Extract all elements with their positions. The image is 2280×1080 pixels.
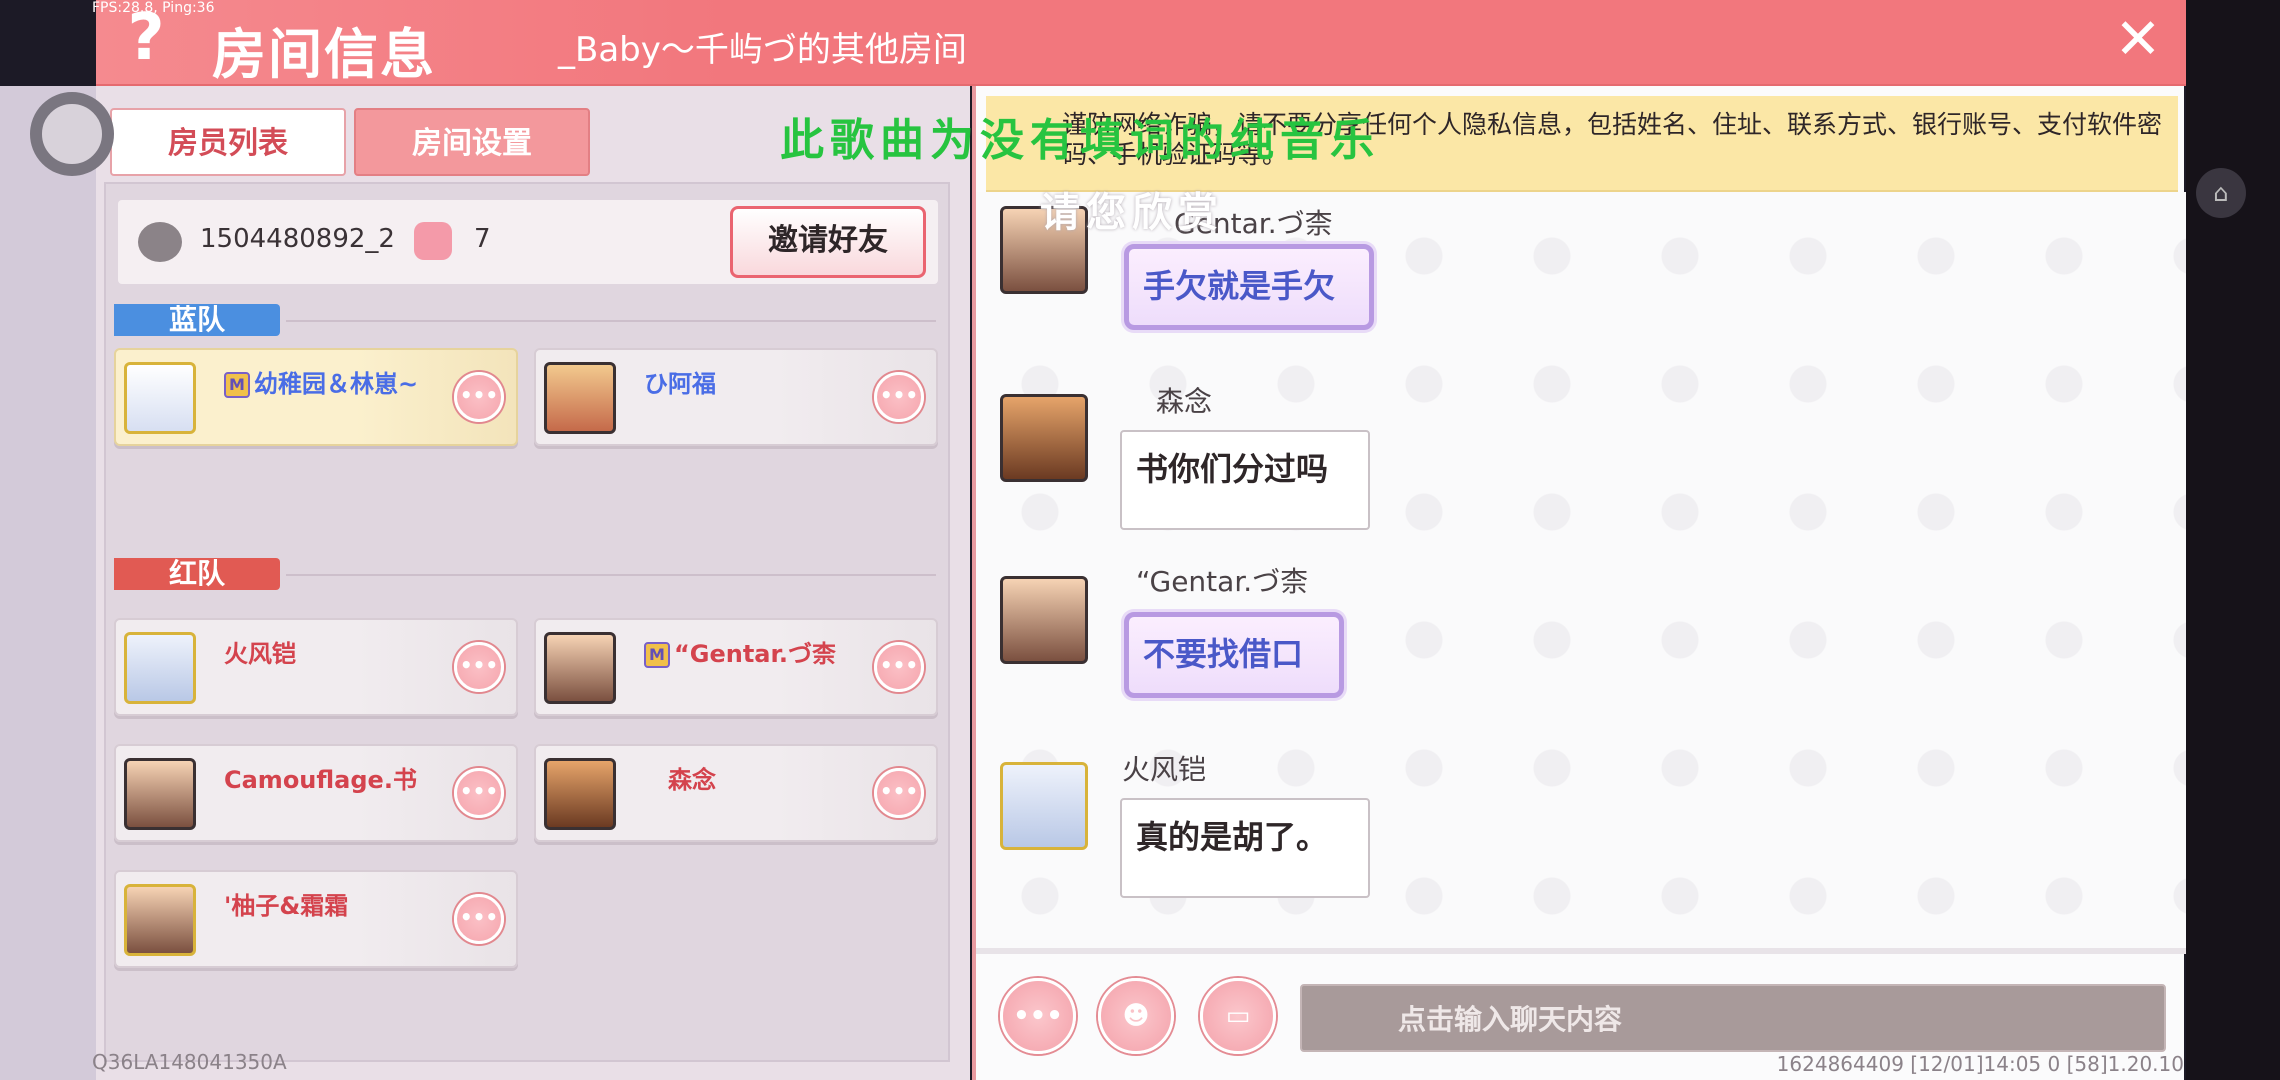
page-title: 房间信息 [212,23,436,86]
member-name: 火风铠 [224,640,296,668]
message-bubble: 手欠就是手欠 [1124,244,1374,330]
room-id: 1504480892_2 [200,224,395,254]
more-options-button[interactable]: ••• [874,372,924,422]
left-panel: 房员列表 房间设置 1504480892_2 7 邀请好友 蓝队 M 幼稚园＆林崽… [0,86,970,1080]
more-options-button[interactable]: ••• [454,642,504,692]
more-tools-button[interactable]: ••• [1000,978,1076,1054]
divider [976,948,2188,954]
more-options-button[interactable]: ••• [454,894,504,944]
message-bubble: 真的是胡了。 [1120,798,1370,898]
avatar [124,884,196,956]
member-slot[interactable]: ひ阿福 ••• [534,348,938,446]
vip-badge-icon: M [644,642,670,668]
member-slot[interactable]: 森念 ••• [534,744,938,842]
more-options-button[interactable]: ••• [874,642,924,692]
lyrics-overlay: 此歌曲为没有填词的纯音乐 [780,115,1380,166]
tab-members[interactable]: 房员列表 [110,108,346,176]
tab-room-settings[interactable]: 房间设置 [354,108,590,176]
header-bar: ? 房间信息 _Baby～千屿づ的其他房间 ✕ [96,0,2186,86]
home-pin-icon[interactable]: ⌂ [2196,168,2246,218]
more-options-button[interactable]: ••• [454,372,504,422]
avatar[interactable] [1000,762,1088,850]
close-icon[interactable]: ✕ [2108,10,2168,70]
member-name: 森念 [668,766,716,794]
member-list: 1504480892_2 7 邀请好友 蓝队 M 幼稚园＆林崽~ ••• ひ阿福 … [104,182,950,1062]
invite-friends-button[interactable]: 邀请好友 [730,206,926,278]
emoji-icon[interactable]: ☻ [1098,978,1174,1054]
avatar [124,362,196,434]
fps-readout: FPS:28.8, Ping:36 [92,0,215,16]
chat-input[interactable]: 点击输入聊天内容 [1300,984,2166,1052]
message-bubble: 不要找借口 [1124,612,1344,698]
more-options-button[interactable]: ••• [454,768,504,818]
sender-name: 森念 [1156,385,1213,418]
avatar [544,362,616,434]
avatar[interactable] [1000,394,1088,482]
member-slot[interactable]: M “Gentar.づ柰 ••• [534,618,938,716]
game-background [2186,0,2280,1080]
member-slot[interactable]: Camouflage.书 ••• [114,744,518,842]
avatar [124,632,196,704]
member-name: Camouflage.书 [224,766,417,794]
avatar[interactable] [1000,576,1088,664]
avatar [544,632,616,704]
team-blue-label: 蓝队 [114,304,280,336]
member-name: M “Gentar.づ柰 [644,634,836,669]
member-slot[interactable]: 火风铠 ••• [114,618,518,716]
more-options-button[interactable]: ••• [874,768,924,818]
keyboard-icon[interactable]: ▭ [1200,978,1276,1054]
other-rooms-link[interactable]: _Baby～千屿づ的其他房间 [558,22,967,71]
divider [286,574,936,576]
record-button[interactable] [30,92,114,176]
member-slot[interactable]: '柚子&霜霜 ••• [114,870,518,968]
avatar [544,758,616,830]
member-name: '柚子&霜霜 [224,892,349,920]
member-name: ひ阿福 [644,370,716,398]
sender-name: “Gentar.づ柰 [1136,565,1309,598]
vip-badge-icon: M [224,372,250,398]
member-name: M 幼稚园＆林崽~ [224,364,418,399]
message-bubble: 书你们分过吗 [1120,430,1370,530]
sender-name: 火风铠 [1122,753,1207,786]
version-info: 1624864409 [12/01]14:05 0 [58]1.20.10 [1776,1052,2184,1076]
member-slot[interactable]: M 幼稚园＆林崽~ ••• [114,348,518,446]
team-red-label: 红队 [114,558,280,590]
member-count: 7 [474,224,491,254]
lyrics-overlay-sub: 请您欣赏 [1040,189,1224,236]
avatar [124,758,196,830]
side-strip [0,86,96,1080]
device-id: Q36LA148041350A [92,1050,287,1074]
room-info-bar: 1504480892_2 7 邀请好友 [118,200,938,284]
people-icon [414,222,452,260]
room-icon [138,222,182,262]
divider [286,320,936,322]
